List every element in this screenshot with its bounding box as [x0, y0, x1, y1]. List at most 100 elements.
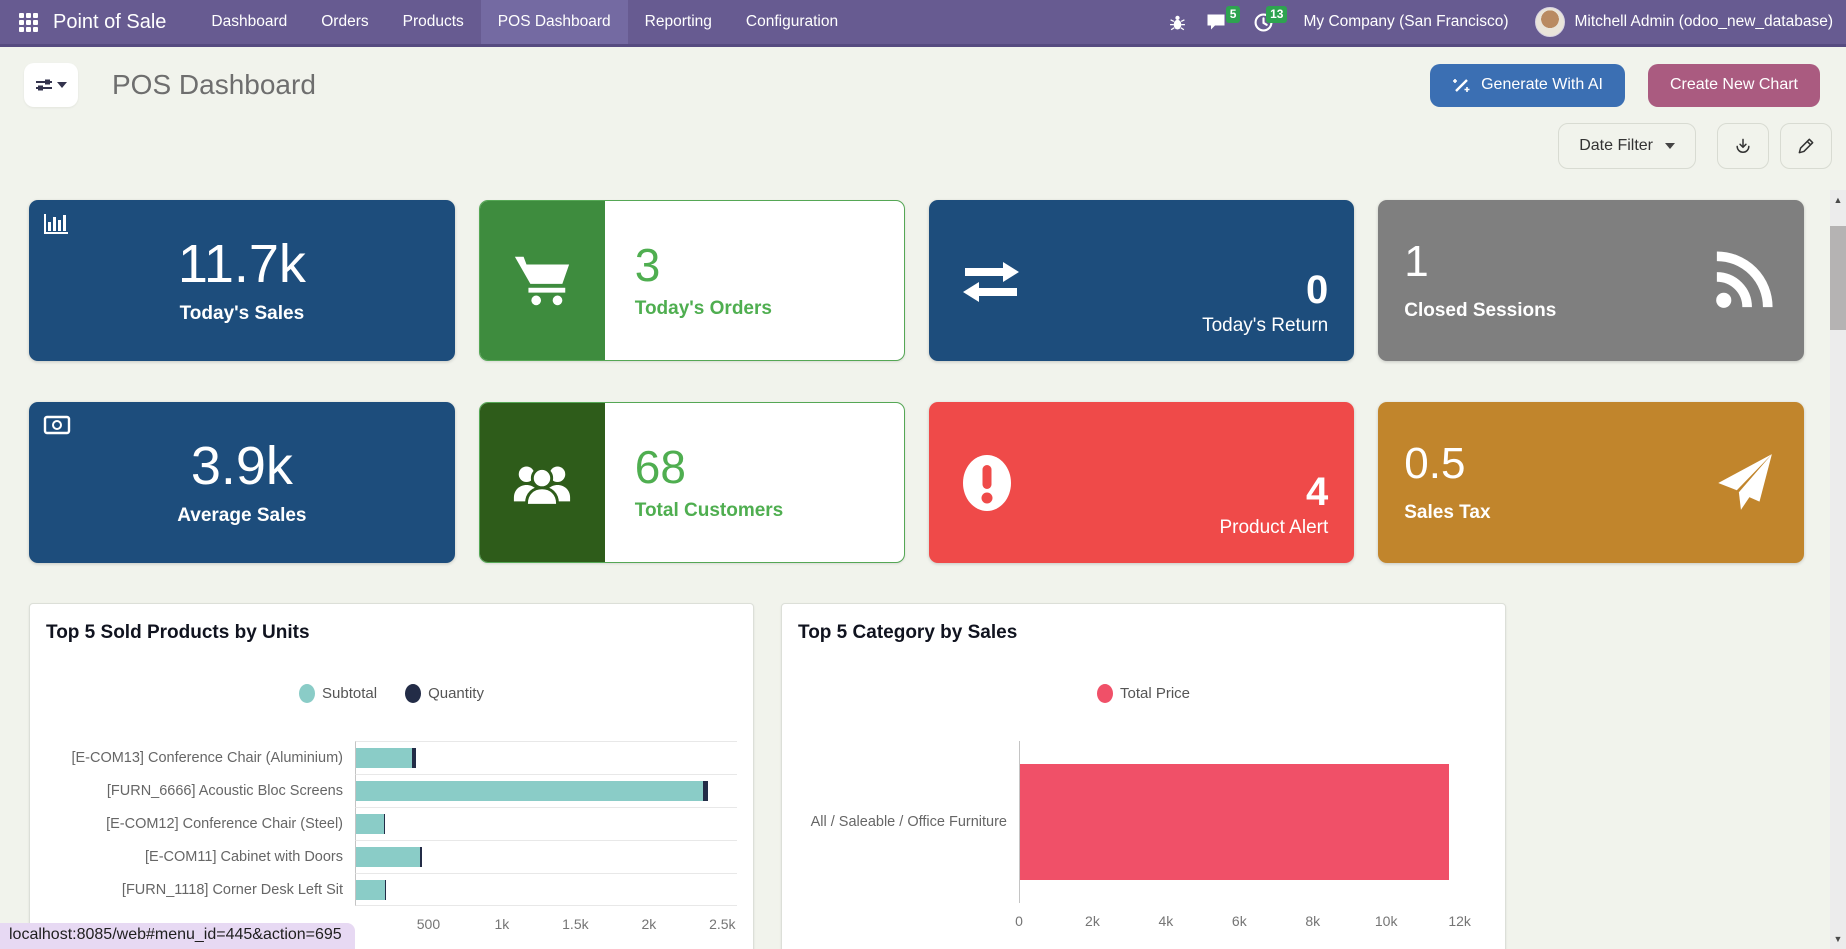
legend-item[interactable]: Subtotal	[299, 684, 377, 703]
bar[interactable]	[356, 748, 737, 768]
bar[interactable]	[356, 814, 737, 834]
user-avatar[interactable]	[1535, 7, 1565, 37]
kpi-card-todays-orders[interactable]: 3 Today's Orders	[479, 200, 905, 361]
chart-legend: Subtotal Quantity	[46, 684, 737, 703]
kpi-card-average-sales[interactable]: 3.9k Average Sales	[29, 402, 455, 563]
menu-item-pos-dashboard[interactable]: POS Dashboard	[481, 0, 628, 44]
generate-with-ai-label: Generate With AI	[1481, 76, 1603, 94]
paper-plane-icon	[1710, 450, 1776, 516]
kpi-card-todays-sales[interactable]: 11.7k Today's Sales	[29, 200, 455, 361]
scroll-down-arrow-icon[interactable]: ▼	[1830, 931, 1846, 947]
top-navbar: Point of Sale Dashboard Orders Products …	[0, 0, 1846, 47]
x-tick-label: 1.5k	[562, 916, 588, 932]
kpi-icon-panel	[480, 201, 605, 360]
chart-toolbar: Date Filter	[0, 115, 1846, 185]
user-menu[interactable]: Mitchell Admin (odoo_new_database)	[1575, 13, 1834, 31]
legend-item[interactable]: Quantity	[405, 684, 484, 703]
x-tick-label: 8k	[1305, 913, 1320, 929]
bar-segment-quantity	[420, 847, 421, 867]
kpi-label: Average Sales	[177, 505, 306, 527]
bug-icon[interactable]	[1169, 14, 1186, 31]
date-filter-dropdown[interactable]: Date Filter	[1558, 123, 1696, 169]
kpi-label: Product Alert	[1219, 517, 1328, 539]
menu-item-orders[interactable]: Orders	[304, 0, 385, 44]
company-switcher[interactable]: My Company (San Francisco)	[1303, 13, 1508, 31]
apps-menu-icon[interactable]	[19, 13, 38, 32]
menu-item-reporting[interactable]: Reporting	[628, 0, 729, 44]
panel-top5-category-sales: Top 5 Category by Sales Total Price All …	[781, 603, 1506, 949]
category-label: [E-COM13] Conference Chair (Aluminium)	[46, 741, 355, 774]
kpi-value: 4	[1306, 472, 1328, 512]
menu-item-configuration[interactable]: Configuration	[729, 0, 855, 44]
chart-legend: Total Price	[798, 684, 1489, 703]
kpi-icon-panel	[480, 403, 605, 562]
x-tick-label: 1k	[495, 916, 510, 932]
kpi-value: 1	[1404, 240, 1428, 284]
bar-segment-subtotal	[356, 880, 385, 900]
bar-segment-subtotal	[356, 847, 420, 867]
generate-with-ai-button[interactable]: Generate With AI	[1430, 64, 1625, 107]
kpi-grid: 11.7k Today's Sales 3 Today's Orders 0 T…	[29, 200, 1804, 563]
bar-segment-subtotal	[356, 781, 703, 801]
category-label: [FURN_6666] Acoustic Bloc Screens	[46, 774, 355, 807]
download-button[interactable]	[1717, 123, 1769, 169]
bar-track	[355, 840, 737, 873]
edit-button[interactable]	[1780, 123, 1832, 169]
bar-track	[355, 774, 737, 807]
kpi-value: 68	[635, 444, 784, 490]
x-tick-label: 2.5k	[709, 916, 735, 932]
bar-segment-subtotal	[356, 748, 412, 768]
x-tick-label: 12k	[1448, 913, 1471, 929]
messages-icon[interactable]: 5	[1206, 13, 1226, 31]
rss-icon	[1710, 248, 1776, 314]
x-tick-label: 0	[1015, 913, 1023, 929]
kpi-label: Today's Sales	[180, 303, 305, 325]
create-new-chart-label: Create New Chart	[1670, 76, 1798, 94]
bar[interactable]	[356, 880, 737, 900]
bar[interactable]	[356, 847, 737, 867]
activities-badge: 13	[1266, 6, 1287, 23]
chart-row: [FURN_1118] Corner Desk Left Sit	[46, 873, 737, 906]
scrollbar-thumb[interactable]	[1830, 226, 1846, 330]
kpi-card-closed-sessions[interactable]: 1 Closed Sessions	[1378, 200, 1804, 361]
kpi-value: 11.7k	[178, 237, 306, 291]
activities-icon[interactable]: 13	[1254, 13, 1273, 32]
chart-row: [E-COM12] Conference Chair (Steel)	[46, 807, 737, 840]
legend-item[interactable]: Total Price	[1097, 684, 1190, 703]
kpi-value: 3	[635, 242, 772, 288]
kpi-card-total-customers[interactable]: 68 Total Customers	[479, 402, 905, 563]
category-label: [FURN_1118] Corner Desk Left Sit	[46, 873, 355, 906]
x-tick-label: 6k	[1232, 913, 1247, 929]
layout-options-button[interactable]	[24, 63, 78, 107]
legend-label: Total Price	[1120, 685, 1190, 702]
kpi-card-todays-return[interactable]: 0 Today's Return	[929, 200, 1355, 361]
vertical-scrollbar[interactable]: ▲ ▼	[1830, 190, 1846, 949]
chart-row: [E-COM11] Cabinet with Doors	[46, 840, 737, 873]
chart-plot: All / Saleable / Office Furniture	[798, 741, 1489, 903]
chart-title: Top 5 Category by Sales	[798, 622, 1489, 644]
messages-badge: 5	[1226, 6, 1241, 23]
legend-dot	[1097, 684, 1113, 703]
app-brand[interactable]: Point of Sale	[53, 11, 166, 34]
kpi-value: 0	[1306, 270, 1328, 310]
sliders-icon	[35, 77, 53, 93]
users-icon	[511, 458, 573, 508]
legend-dot	[299, 684, 315, 703]
create-new-chart-button[interactable]: Create New Chart	[1648, 64, 1820, 107]
bar-segment-quantity	[703, 781, 708, 801]
kpi-value: 0.5	[1404, 442, 1465, 486]
bar[interactable]	[1020, 764, 1489, 880]
alert-circle-icon	[959, 451, 1015, 515]
kpi-card-sales-tax[interactable]: 0.5 Sales Tax	[1378, 402, 1804, 563]
edit-pencil-icon	[1796, 136, 1816, 156]
bar-segment-subtotal	[356, 814, 384, 834]
chevron-down-icon	[1665, 143, 1675, 149]
kpi-card-product-alert[interactable]: 4 Product Alert	[929, 402, 1355, 563]
bar[interactable]	[356, 781, 737, 801]
x-tick-label: 10k	[1375, 913, 1398, 929]
chart-row: [FURN_6666] Acoustic Bloc Screens	[46, 774, 737, 807]
scroll-up-arrow-icon[interactable]: ▲	[1830, 192, 1846, 208]
menu-item-dashboard[interactable]: Dashboard	[194, 0, 304, 44]
menu-item-products[interactable]: Products	[386, 0, 481, 44]
exchange-arrows-icon	[959, 258, 1023, 304]
